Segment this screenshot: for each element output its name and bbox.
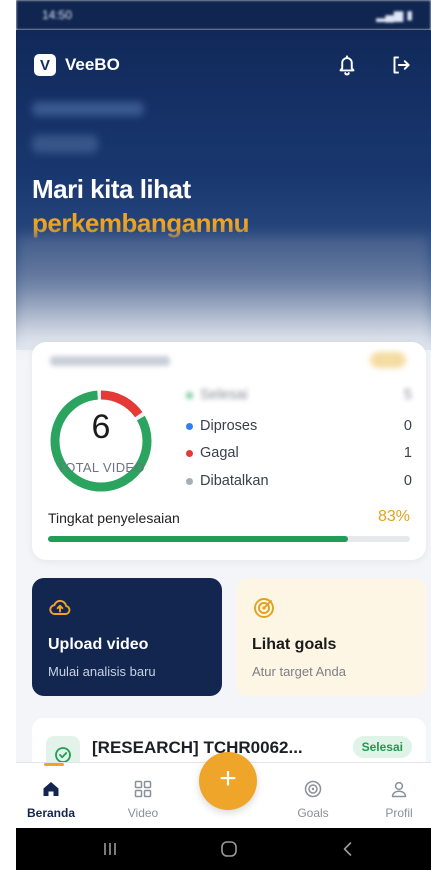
android-navigation-bar xyxy=(16,828,431,870)
legend-dot-diproses xyxy=(186,423,193,430)
recent-apps-icon[interactable] xyxy=(100,839,120,859)
nav-item-profil[interactable]: Profil xyxy=(364,763,431,828)
legend-value: 0 xyxy=(403,418,412,434)
grid-icon xyxy=(134,780,152,798)
brand: V VeeBO xyxy=(34,54,120,76)
nav-label: Profil xyxy=(385,806,413,820)
app-screen: 14:50 ▂▄▆ ▮ V VeeBO Mari kita lihat perk… xyxy=(16,0,431,870)
hero-title-clip: Mari kita lihat perkembanganmu xyxy=(16,172,431,238)
legend-dot-gagal xyxy=(186,450,193,457)
status-badge: Selesai xyxy=(352,736,412,758)
legend-value: 1 xyxy=(403,445,412,461)
view-goals-card[interactable]: Lihat goals Atur target Anda xyxy=(236,578,426,696)
hero-blur-overlay xyxy=(16,235,431,350)
system-status-icons: ▂▄▆ ▮ xyxy=(376,8,413,22)
hero-title-line2: perkembanganmu xyxy=(32,208,249,238)
legend-label: Selesai xyxy=(200,387,248,403)
legend-value: 0 xyxy=(403,473,412,489)
upload-video-subtitle: Mulai analisis baru xyxy=(48,664,156,679)
upload-video-card[interactable]: Upload video Mulai analisis baru xyxy=(32,578,222,696)
video-stats-card: 6 TOTAL VIDEO Selesai 5 Diproses 0 Gagal… xyxy=(32,342,426,560)
add-fab-button[interactable]: + xyxy=(199,752,257,810)
completion-value: 83% xyxy=(377,508,410,525)
nav-item-video[interactable]: Video xyxy=(108,763,178,828)
back-icon[interactable] xyxy=(338,839,358,859)
nav-label: Goals xyxy=(297,806,329,820)
app-name: VeeBO xyxy=(65,55,120,74)
legend-value: 5 xyxy=(403,387,412,403)
blurred-greeting xyxy=(32,102,144,116)
legend-dot-dibatalkan xyxy=(186,478,193,485)
bell-icon[interactable] xyxy=(334,52,360,78)
user-icon xyxy=(391,781,407,798)
hero-title: Mari kita lihat perkembanganmu xyxy=(32,172,412,238)
completion-progress-fill xyxy=(48,536,349,542)
legend-diproses: Diproses 0 xyxy=(186,417,412,437)
blurred-username xyxy=(32,135,98,153)
nav-label: Beranda xyxy=(26,806,76,820)
cloud-upload-icon xyxy=(49,599,71,615)
app-logo: V xyxy=(34,54,56,76)
hero-section: V VeeBO Mari kita lihat perkembanganmu xyxy=(16,30,431,350)
blurred-card-tag xyxy=(370,352,406,368)
hero-title-line1: Mari kita lihat xyxy=(32,174,191,204)
legend-dibatalkan: Dibatalkan 0 xyxy=(186,472,412,492)
nav-item-goals[interactable]: Goals xyxy=(278,763,348,828)
nav-item-beranda[interactable]: Beranda xyxy=(16,763,86,828)
legend-selesai: Selesai 5 xyxy=(186,386,412,406)
total-video-label: TOTAL VIDEO xyxy=(57,460,145,475)
logout-icon[interactable] xyxy=(388,52,414,78)
legend-gagal: Gagal 1 xyxy=(186,444,412,464)
total-video-count: 6 xyxy=(91,408,111,446)
view-goals-title: Lihat goals xyxy=(252,636,337,653)
view-goals-subtitle: Atur target Anda xyxy=(252,664,346,679)
status-bar: 14:50 ▂▄▆ ▮ xyxy=(16,0,431,30)
legend-label: Diproses xyxy=(200,418,258,434)
home-icon xyxy=(43,782,59,796)
upload-video-title: Upload video xyxy=(48,636,149,653)
legend-label: Dibatalkan xyxy=(200,473,269,489)
completion-progress-track xyxy=(48,536,410,542)
legend-dot-selesai xyxy=(186,392,193,399)
status-time: 14:50 xyxy=(42,8,73,22)
blurred-card-subtitle xyxy=(50,356,170,366)
target-icon xyxy=(304,780,322,798)
nav-active-indicator xyxy=(44,763,64,766)
completion-label: Tingkat penyelesaian xyxy=(48,510,180,526)
nav-label: Video xyxy=(127,806,159,820)
recent-video-title: [RESEARCH] TCHR0062... xyxy=(92,738,303,757)
home-button-icon[interactable] xyxy=(219,839,239,859)
target-icon xyxy=(254,598,274,618)
legend-label: Gagal xyxy=(200,445,239,461)
